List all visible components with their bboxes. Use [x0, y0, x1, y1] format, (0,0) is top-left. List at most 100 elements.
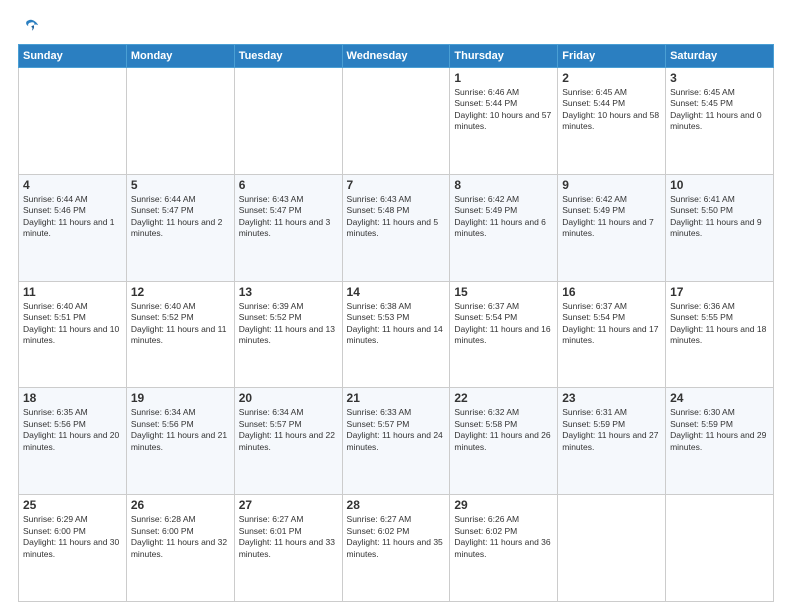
day-number: 3 [670, 71, 769, 85]
table-row [19, 68, 127, 175]
day-info: Sunrise: 6:45 AM Sunset: 5:44 PM Dayligh… [562, 87, 661, 133]
day-number: 16 [562, 285, 661, 299]
table-row: 22 Sunrise: 6:32 AM Sunset: 5:58 PM Dayli… [450, 388, 558, 495]
day-info: Sunrise: 6:45 AM Sunset: 5:45 PM Dayligh… [670, 87, 769, 133]
table-row: 1Sunrise: 6:46 AM Sunset: 5:44 PM Daylig… [450, 68, 558, 175]
day-number: 28 [347, 498, 446, 512]
day-info: Sunrise: 6:35 AM Sunset: 5:56 PM Dayligh… [23, 407, 122, 453]
day-number: 15 [454, 285, 553, 299]
table-row: 5 Sunrise: 6:44 AM Sunset: 5:47 PM Daylig… [126, 174, 234, 281]
table-row: 21 Sunrise: 6:33 AM Sunset: 5:57 PM Dayli… [342, 388, 450, 495]
table-row [666, 495, 774, 602]
day-number: 21 [347, 391, 446, 405]
col-wednesday: Wednesday [342, 45, 450, 68]
table-row: 7Sunrise: 6:43 AM Sunset: 5:48 PM Daylig… [342, 174, 450, 281]
day-info: Sunrise: 6:44 AM Sunset: 5:47 PM Dayligh… [131, 194, 230, 240]
day-info: Sunrise: 6:30 AM Sunset: 5:59 PM Dayligh… [670, 407, 769, 453]
logo-bird-icon [22, 18, 40, 36]
day-info: Sunrise: 6:40 AM Sunset: 5:51 PM Dayligh… [23, 301, 122, 347]
table-row: 6 Sunrise: 6:43 AM Sunset: 5:47 PM Daylig… [234, 174, 342, 281]
day-info: Sunrise: 6:43 AM Sunset: 5:47 PM Dayligh… [239, 194, 338, 240]
day-number: 11 [23, 285, 122, 299]
day-number: 2 [562, 71, 661, 85]
day-number: 27 [239, 498, 338, 512]
day-number: 8 [454, 178, 553, 192]
calendar-week-row: 25 Sunrise: 6:29 AM Sunset: 6:00 PM Dayli… [19, 495, 774, 602]
table-row: 11 Sunrise: 6:40 AM Sunset: 5:51 PM Dayli… [19, 281, 127, 388]
day-number: 22 [454, 391, 553, 405]
calendar-week-row: 1Sunrise: 6:46 AM Sunset: 5:44 PM Daylig… [19, 68, 774, 175]
table-row: 14 Sunrise: 6:38 AM Sunset: 5:53 PM Dayli… [342, 281, 450, 388]
day-info: Sunrise: 6:44 AM Sunset: 5:46 PM Dayligh… [23, 194, 122, 240]
table-row: 12Sunrise: 6:40 AM Sunset: 5:52 PM Dayli… [126, 281, 234, 388]
day-info: Sunrise: 6:41 AM Sunset: 5:50 PM Dayligh… [670, 194, 769, 240]
table-row: 18 Sunrise: 6:35 AM Sunset: 5:56 PM Dayli… [19, 388, 127, 495]
day-info: Sunrise: 6:29 AM Sunset: 6:00 PM Dayligh… [23, 514, 122, 560]
day-number: 10 [670, 178, 769, 192]
page: Sunday Monday Tuesday Wednesday Thursday… [0, 0, 792, 612]
day-number: 14 [347, 285, 446, 299]
day-info: Sunrise: 6:38 AM Sunset: 5:53 PM Dayligh… [347, 301, 446, 347]
day-info: Sunrise: 6:37 AM Sunset: 5:54 PM Dayligh… [562, 301, 661, 347]
calendar-week-row: 4 Sunrise: 6:44 AM Sunset: 5:46 PM Daylig… [19, 174, 774, 281]
table-row: 23Sunrise: 6:31 AM Sunset: 5:59 PM Dayli… [558, 388, 666, 495]
table-row [342, 68, 450, 175]
table-row: 4 Sunrise: 6:44 AM Sunset: 5:46 PM Daylig… [19, 174, 127, 281]
day-number: 29 [454, 498, 553, 512]
day-info: Sunrise: 6:26 AM Sunset: 6:02 PM Dayligh… [454, 514, 553, 560]
table-row [558, 495, 666, 602]
calendar-week-row: 11 Sunrise: 6:40 AM Sunset: 5:51 PM Dayli… [19, 281, 774, 388]
table-row: 25 Sunrise: 6:29 AM Sunset: 6:00 PM Dayli… [19, 495, 127, 602]
table-row: 13Sunrise: 6:39 AM Sunset: 5:52 PM Dayli… [234, 281, 342, 388]
day-info: Sunrise: 6:43 AM Sunset: 5:48 PM Dayligh… [347, 194, 446, 240]
col-tuesday: Tuesday [234, 45, 342, 68]
day-number: 9 [562, 178, 661, 192]
calendar-week-row: 18 Sunrise: 6:35 AM Sunset: 5:56 PM Dayli… [19, 388, 774, 495]
day-number: 4 [23, 178, 122, 192]
table-row: 3 Sunrise: 6:45 AM Sunset: 5:45 PM Daylig… [666, 68, 774, 175]
day-number: 26 [131, 498, 230, 512]
day-number: 18 [23, 391, 122, 405]
table-row [126, 68, 234, 175]
day-number: 23 [562, 391, 661, 405]
table-row: 2 Sunrise: 6:45 AM Sunset: 5:44 PM Daylig… [558, 68, 666, 175]
day-info: Sunrise: 6:40 AM Sunset: 5:52 PM Dayligh… [131, 301, 230, 347]
day-info: Sunrise: 6:39 AM Sunset: 5:52 PM Dayligh… [239, 301, 338, 347]
day-number: 20 [239, 391, 338, 405]
table-row [234, 68, 342, 175]
day-info: Sunrise: 6:42 AM Sunset: 5:49 PM Dayligh… [454, 194, 553, 240]
col-friday: Friday [558, 45, 666, 68]
col-monday: Monday [126, 45, 234, 68]
day-info: Sunrise: 6:32 AM Sunset: 5:58 PM Dayligh… [454, 407, 553, 453]
table-row: 10 Sunrise: 6:41 AM Sunset: 5:50 PM Dayli… [666, 174, 774, 281]
table-row: 20 Sunrise: 6:34 AM Sunset: 5:57 PM Dayli… [234, 388, 342, 495]
col-sunday: Sunday [19, 45, 127, 68]
day-info: Sunrise: 6:33 AM Sunset: 5:57 PM Dayligh… [347, 407, 446, 453]
table-row: 26 Sunrise: 6:28 AM Sunset: 6:00 PM Dayli… [126, 495, 234, 602]
table-row: 9 Sunrise: 6:42 AM Sunset: 5:49 PM Daylig… [558, 174, 666, 281]
day-info: Sunrise: 6:34 AM Sunset: 5:56 PM Dayligh… [131, 407, 230, 453]
day-info: Sunrise: 6:46 AM Sunset: 5:44 PM Dayligh… [454, 87, 553, 133]
table-row: 17 Sunrise: 6:36 AM Sunset: 5:55 PM Dayli… [666, 281, 774, 388]
day-number: 19 [131, 391, 230, 405]
table-row: 27 Sunrise: 6:27 AM Sunset: 6:01 PM Dayli… [234, 495, 342, 602]
day-info: Sunrise: 6:42 AM Sunset: 5:49 PM Dayligh… [562, 194, 661, 240]
calendar-header-row: Sunday Monday Tuesday Wednesday Thursday… [19, 45, 774, 68]
day-info: Sunrise: 6:34 AM Sunset: 5:57 PM Dayligh… [239, 407, 338, 453]
header [18, 18, 774, 36]
day-info: Sunrise: 6:28 AM Sunset: 6:00 PM Dayligh… [131, 514, 230, 560]
day-number: 17 [670, 285, 769, 299]
day-info: Sunrise: 6:36 AM Sunset: 5:55 PM Dayligh… [670, 301, 769, 347]
table-row: 19 Sunrise: 6:34 AM Sunset: 5:56 PM Dayli… [126, 388, 234, 495]
table-row: 29 Sunrise: 6:26 AM Sunset: 6:02 PM Dayli… [450, 495, 558, 602]
table-row: 15Sunrise: 6:37 AM Sunset: 5:54 PM Dayli… [450, 281, 558, 388]
day-info: Sunrise: 6:27 AM Sunset: 6:02 PM Dayligh… [347, 514, 446, 560]
col-thursday: Thursday [450, 45, 558, 68]
day-number: 25 [23, 498, 122, 512]
day-number: 5 [131, 178, 230, 192]
calendar-table: Sunday Monday Tuesday Wednesday Thursday… [18, 44, 774, 602]
day-info: Sunrise: 6:27 AM Sunset: 6:01 PM Dayligh… [239, 514, 338, 560]
day-number: 24 [670, 391, 769, 405]
table-row: 8 Sunrise: 6:42 AM Sunset: 5:49 PM Daylig… [450, 174, 558, 281]
day-number: 6 [239, 178, 338, 192]
